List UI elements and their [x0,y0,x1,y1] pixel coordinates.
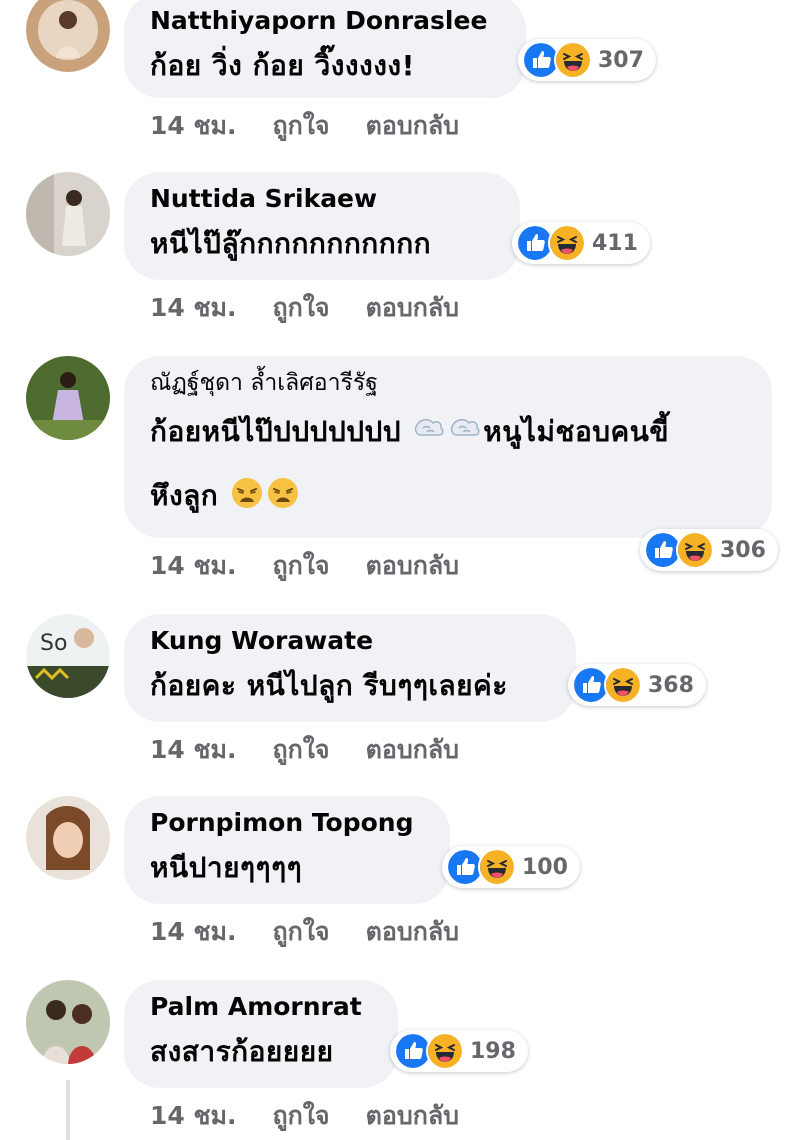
comment-text-part: หนูไม่ชอบคนขี้ [483,415,670,448]
like-button[interactable]: ถูกใจ [272,912,329,952]
reply-button[interactable]: ตอบกลับ [366,1096,459,1136]
reaction-count: 411 [592,230,638,256]
reply-button[interactable]: ตอบกลับ [366,106,459,146]
avatar[interactable] [26,356,110,440]
commenter-name[interactable]: Nuttida Srikaew [150,182,490,216]
avatar[interactable]: So [26,614,110,698]
comment-actions: 14 ชม. ถูกใจ ตอบกลับ [150,730,459,770]
reply-button[interactable]: ตอบกลับ [366,912,459,952]
commenter-name[interactable]: Palm Amornrat [150,990,368,1024]
weary-face-emoji [231,477,263,509]
haha-reaction-icon [554,41,592,79]
commenter-name[interactable]: Natthiyaporn Donraslee [150,4,496,38]
reactions-summary[interactable]: 411 [512,222,650,264]
commenter-name[interactable]: ณัฏฐ์ชุดา ล้ำเลิศอารีรัฐ [150,366,742,400]
reactions-summary[interactable]: 368 [568,664,706,706]
haha-reaction-icon [478,848,516,886]
reaction-count: 306 [720,537,766,563]
haha-reaction-icon [548,224,586,262]
comment-text-part: หึงลูก [150,479,219,512]
comment-bubble: Pornpimon Topong หนีปายๆๆๆๆ [124,796,450,904]
reply-thread-line [66,1080,70,1140]
comment-text: ก้อยคะ หนีไปลูก รีบๆๆเลยค่ะ [150,669,508,702]
comment-bubble: Kung Worawate ก้อยคะ หนีไปลูก รีบๆๆเลยค่… [124,614,576,722]
avatar[interactable] [26,796,110,880]
like-button[interactable]: ถูกใจ [272,546,329,586]
comment-text: หนีปายๆๆๆๆ [150,851,303,884]
comment-text: ก้อยหนีไป๊ปปปปปปป หนูไม่ชอบคนขี้ หึงลูก [150,400,742,528]
commenter-name[interactable]: Pornpimon Topong [150,806,420,840]
comment-text: หนีไป๊ลู๊กกกกกกกกกกก [150,227,432,260]
like-button[interactable]: ถูกใจ [272,288,329,328]
reactions-summary[interactable]: 306 [640,529,778,571]
timestamp[interactable]: 14 ชม. [150,912,236,952]
dashing-away-emoji [413,413,445,445]
avatar[interactable] [26,0,110,72]
commenter-name[interactable]: Kung Worawate [150,624,546,658]
like-button[interactable]: ถูกใจ [272,1096,329,1136]
comment-bubble: Nuttida Srikaew หนีไป๊ลู๊กกกกกกกกกกก [124,172,520,280]
comment-actions: 14 ชม. ถูกใจ ตอบกลับ [150,106,459,146]
comment-actions: 14 ชม. ถูกใจ ตอบกลับ [150,912,459,952]
haha-reaction-icon [426,1032,464,1070]
reply-button[interactable]: ตอบกลับ [366,288,459,328]
timestamp[interactable]: 14 ชม. [150,288,236,328]
reply-button[interactable]: ตอบกลับ [366,730,459,770]
comment-bubble: Palm Amornrat สงสารก้อยยยย [124,980,398,1088]
comment-actions: 14 ชม. ถูกใจ ตอบกลับ [150,1096,459,1136]
comment-bubble: ณัฏฐ์ชุดา ล้ำเลิศอารีรัฐ ก้อยหนีไป๊ปปปปป… [124,356,772,538]
comment-text: สงสารก้อยยยย [150,1035,334,1068]
comment-text: ก้อย วิ่ง ก้อย วิ๊งงงงง! [150,49,415,82]
timestamp[interactable]: 14 ชม. [150,106,236,146]
dashing-away-emoji [449,413,481,445]
avatar[interactable] [26,172,110,256]
comment-actions: 14 ชม. ถูกใจ ตอบกลับ [150,288,459,328]
haha-reaction-icon [604,666,642,704]
timestamp[interactable]: 14 ชม. [150,730,236,770]
reaction-count: 307 [598,47,644,73]
comment-bubble: Natthiyaporn Donraslee ก้อย วิ่ง ก้อย วิ… [124,0,526,98]
reactions-summary[interactable]: 198 [390,1030,528,1072]
svg-text:So: So [40,631,67,656]
timestamp[interactable]: 14 ชม. [150,546,236,586]
reaction-count: 198 [470,1038,516,1064]
like-button[interactable]: ถูกใจ [272,106,329,146]
reactions-summary[interactable]: 307 [518,39,656,81]
reactions-summary[interactable]: 100 [442,846,580,888]
reaction-count: 100 [522,854,568,880]
weary-face-emoji [267,477,299,509]
avatar[interactable] [26,980,110,1064]
reply-button[interactable]: ตอบกลับ [366,546,459,586]
comment-actions: 14 ชม. ถูกใจ ตอบกลับ [150,546,459,586]
haha-reaction-icon [676,531,714,569]
comment-text-part: ก้อยหนีไป๊ปปปปปปป [150,415,402,448]
like-button[interactable]: ถูกใจ [272,730,329,770]
timestamp[interactable]: 14 ชม. [150,1096,236,1136]
reaction-count: 368 [648,672,694,698]
